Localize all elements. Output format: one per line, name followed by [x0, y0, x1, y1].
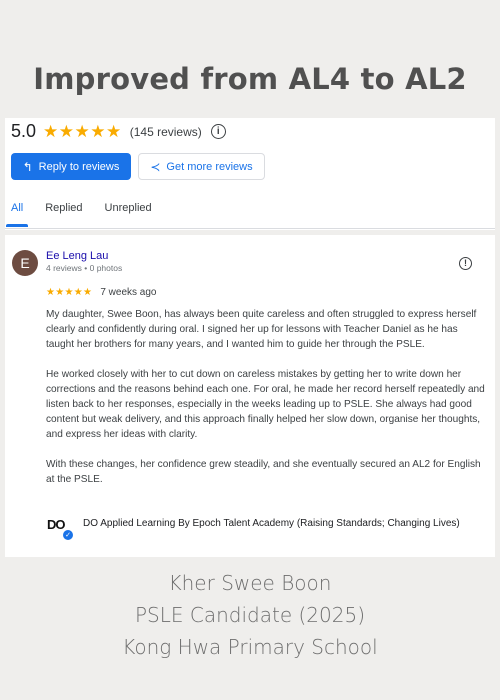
reply-icon: ↰ [22, 159, 33, 174]
get-more-reviews-label: Get more reviews [166, 160, 253, 173]
report-icon[interactable]: ! [459, 257, 472, 270]
student-school: Kong Hwa Primary School [122, 635, 378, 659]
info-icon[interactable]: i [210, 124, 226, 139]
reply-to-reviews-button[interactable]: ↰ Reply to reviews [11, 153, 131, 180]
share-icon: ≺ [150, 159, 161, 174]
review-tabs: All Replied Unreplied [5, 202, 174, 227]
rating-summary: 5.0 ★★★★★ (145 reviews) i [11, 121, 226, 142]
tab-replied[interactable]: Replied [45, 202, 82, 214]
review-paragraph: With these changes, her confidence grew … [46, 459, 481, 485]
tab-all[interactable]: All [5, 202, 29, 227]
reviewer-name[interactable]: Ee Leng Lau [46, 250, 108, 262]
review-rating-line: ★★★★★ 7 weeks ago [46, 287, 156, 298]
tab-unreplied[interactable]: Unreplied [105, 202, 152, 214]
owner-name[interactable]: DO Applied Learning By Epoch Talent Acad… [83, 517, 463, 531]
get-more-reviews-button[interactable]: ≺ Get more reviews [138, 153, 265, 180]
headline: Improved from AL4 to AL2 [33, 62, 467, 96]
average-rating: 5.0 [11, 121, 37, 141]
review-paragraph: He worked closely with her to cut down o… [46, 369, 485, 440]
review-date: 7 weeks ago [100, 287, 157, 298]
tabs-divider [5, 228, 495, 229]
owner-logo-text: DO [47, 517, 65, 532]
verified-icon: ✓ [63, 530, 73, 540]
reviews-summary-card: 5.0 ★★★★★ (145 reviews) i ↰ Reply to rev… [5, 118, 495, 230]
rating-stars: ★★★★★ [43, 121, 122, 142]
owner-row: DO ✓ DO Applied Learning By Epoch Talent… [47, 517, 463, 541]
student-status: PSLE Candidate (2025) [135, 603, 365, 627]
review-stars: ★★★★★ [46, 287, 93, 298]
review-card: E Ee Leng Lau 4 reviews • 0 photos ! ★★★… [5, 235, 495, 557]
reply-to-reviews-label: Reply to reviews [38, 160, 120, 173]
reviews-count: (145 reviews) [129, 124, 202, 139]
reviewer-meta: 4 reviews • 0 photos [46, 263, 123, 273]
owner-logo: DO ✓ [47, 517, 73, 541]
avatar[interactable]: E [12, 250, 38, 276]
review-paragraph: My daughter, Swee Boon, has always been … [46, 309, 477, 350]
review-text: My daughter, Swee Boon, has always been … [46, 307, 486, 502]
student-name: Kher Swee Boon [168, 571, 332, 595]
